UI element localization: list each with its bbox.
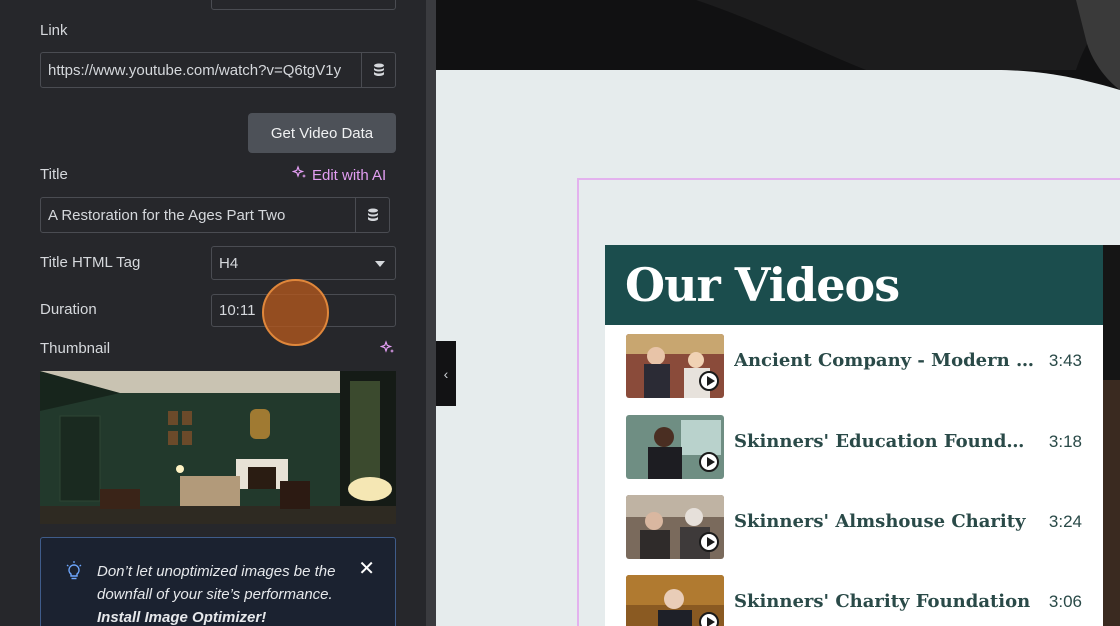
- video-list-item[interactable]: Ancient Company - Modern Mi... 3:43: [605, 334, 1103, 400]
- video-duration: 3:06: [1048, 592, 1082, 611]
- title-value[interactable]: A Restoration for the Ages Part Two: [48, 207, 355, 224]
- title-html-tag-select[interactable]: H4: [211, 246, 396, 280]
- thumbnail-label: Thumbnail: [40, 340, 111, 357]
- sparkle-icon: [291, 165, 308, 185]
- play-icon: [699, 452, 719, 472]
- video-playlist: Ancient Company - Modern Mi... 3:43 Skin…: [605, 325, 1103, 626]
- chevron-down-icon: [375, 261, 385, 267]
- video-thumbnail[interactable]: [626, 334, 724, 398]
- video-duration: 3:24: [1048, 512, 1082, 531]
- link-label: Link: [40, 22, 68, 39]
- video-title: Skinners' Education Foundation: [734, 431, 1034, 452]
- video-title: Skinners' Almshouse Charity: [734, 511, 1026, 532]
- play-icon: [699, 371, 719, 391]
- preview-right-edge-accent: [1103, 380, 1120, 626]
- lightbulb-icon: [65, 561, 83, 588]
- notice-message: Don’t let unoptimized images be the down…: [97, 560, 359, 626]
- click-indicator: [262, 279, 329, 346]
- video-thumbnail[interactable]: [626, 415, 724, 479]
- video-list-item[interactable]: Skinners' Education Foundation 3:18: [605, 415, 1103, 481]
- video-list-item[interactable]: Skinners' Charity Foundation 3:06: [605, 575, 1103, 626]
- chevron-left-icon: ‹: [443, 365, 449, 382]
- panel-resize-handle[interactable]: [426, 0, 436, 626]
- edit-with-ai-link[interactable]: Edit with AI: [291, 165, 387, 185]
- edit-with-ai-label: Edit with AI: [312, 166, 387, 184]
- title-html-tag-label: Title HTML Tag: [40, 254, 141, 271]
- thumbnail-image[interactable]: [40, 371, 396, 524]
- database-icon[interactable]: [361, 53, 395, 87]
- video-thumbnail[interactable]: [626, 495, 724, 559]
- video-title: Ancient Company - Modern Mi...: [734, 350, 1034, 371]
- editor-panel: Link https://www.youtube.com/watch?v=Q6t…: [0, 0, 426, 626]
- database-icon[interactable]: [355, 198, 389, 232]
- type-select-partial[interactable]: [211, 0, 396, 10]
- sparkle-icon[interactable]: [379, 340, 396, 361]
- play-icon: [699, 612, 719, 626]
- duration-label: Duration: [40, 301, 97, 318]
- title-input[interactable]: A Restoration for the Ages Part Two: [40, 197, 390, 233]
- link-value[interactable]: https://www.youtube.com/watch?v=Q6tgV1y: [48, 62, 361, 79]
- video-list-item[interactable]: Skinners' Almshouse Charity 3:24: [605, 495, 1103, 561]
- video-thumbnail[interactable]: [626, 575, 724, 626]
- title-html-tag-value: H4: [219, 254, 239, 272]
- video-duration: 3:18: [1048, 432, 1082, 451]
- link-input[interactable]: https://www.youtube.com/watch?v=Q6tgV1y: [40, 52, 396, 88]
- videos-heading: Our Videos: [605, 245, 1103, 325]
- video-duration: 3:43: [1048, 351, 1082, 370]
- video-title: Skinners' Charity Foundation: [734, 591, 1031, 612]
- notice-text: Don’t let unoptimized images be the down…: [97, 563, 336, 603]
- title-label: Title: [40, 166, 68, 183]
- collapse-panel-button[interactable]: ‹: [436, 341, 456, 406]
- install-image-optimizer-link[interactable]: Install Image Optimizer!: [97, 609, 266, 626]
- play-icon: [699, 532, 719, 552]
- image-optimizer-notice: Don’t let unoptimized images be the down…: [40, 537, 396, 626]
- get-video-data-button[interactable]: Get Video Data: [248, 113, 396, 153]
- close-icon[interactable]: ✕: [358, 558, 375, 581]
